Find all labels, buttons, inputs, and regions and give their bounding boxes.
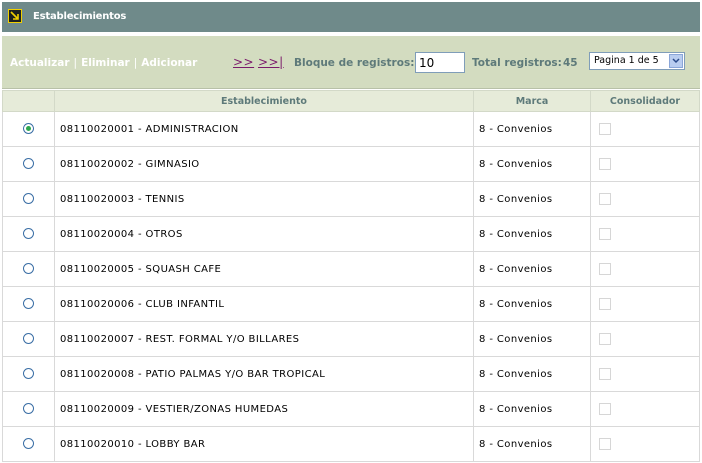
header-row: Establecimiento Marca Consolidador	[2, 90, 700, 112]
total-label: Total registros:	[472, 57, 562, 69]
row-radio[interactable]	[23, 333, 34, 345]
consolidador-cell	[590, 146, 700, 182]
marca-cell: 8 - Convenios	[473, 426, 591, 462]
table-row[interactable]: 08110020008 - PATIO PALMAS Y/O BAR TROPI…	[2, 356, 700, 392]
page-select-value: Pagina 1 de 5	[594, 55, 659, 66]
header-establecimiento[interactable]: Establecimiento	[54, 90, 474, 112]
next-page-link[interactable]: >>	[233, 55, 254, 69]
header-consolidador[interactable]: Consolidador	[590, 90, 700, 112]
consolidador-cell	[590, 356, 700, 392]
establecimiento-cell: 08110020001 - ADMINISTRACION	[54, 111, 474, 147]
table-row[interactable]: 08110020002 - GIMNASIO 8 - Convenios	[2, 146, 700, 182]
establecimiento-cell: 08110020003 - TENNIS	[54, 181, 474, 217]
consolidador-cell	[590, 391, 700, 427]
consolidador-checkbox[interactable]	[599, 438, 611, 450]
establecimiento-cell: 08110020002 - GIMNASIO	[54, 146, 474, 182]
chevron-down-icon[interactable]	[669, 54, 683, 68]
marca-cell: 8 - Convenios	[473, 216, 591, 252]
marca-cell: 8 - Convenios	[473, 146, 591, 182]
establecimiento-cell: 08110020007 - REST. FORMAL Y/O BILLARES	[54, 321, 474, 357]
total-value: 45	[563, 57, 578, 69]
eliminar-link[interactable]: Eliminar	[81, 57, 130, 69]
select-cell	[2, 426, 55, 462]
row-radio[interactable]	[23, 228, 34, 240]
establecimiento-cell: 08110020009 - VESTIER/ZONAS HUMEDAS	[54, 391, 474, 427]
marca-cell: 8 - Convenios	[473, 391, 591, 427]
consolidador-cell	[590, 426, 700, 462]
consolidador-cell	[590, 111, 700, 147]
select-cell	[2, 356, 55, 392]
row-radio[interactable]	[23, 193, 34, 205]
select-cell	[2, 111, 55, 147]
table-row[interactable]: 08110020004 - OTROS 8 - Convenios	[2, 216, 700, 252]
consolidador-checkbox[interactable]	[599, 298, 611, 310]
table-row[interactable]: 08110020003 - TENNIS 8 - Convenios	[2, 181, 700, 217]
establecimiento-cell: 08110020010 - LOBBY BAR	[54, 426, 474, 462]
select-cell	[2, 181, 55, 217]
marca-cell: 8 - Convenios	[473, 251, 591, 287]
marca-cell: 8 - Convenios	[473, 181, 591, 217]
consolidador-cell	[590, 286, 700, 322]
arrow-down-right-icon	[8, 9, 22, 23]
last-page-link[interactable]: >>|	[258, 55, 284, 69]
consolidador-checkbox[interactable]	[599, 228, 611, 240]
establecimiento-cell: 08110020008 - PATIO PALMAS Y/O BAR TROPI…	[54, 356, 474, 392]
establecimiento-cell: 08110020004 - OTROS	[54, 216, 474, 252]
establecimiento-cell: 08110020006 - CLUB INFANTIL	[54, 286, 474, 322]
row-radio[interactable]	[23, 263, 34, 275]
table-row[interactable]: 08110020001 - ADMINISTRACION 8 - Convenio…	[2, 111, 700, 147]
row-radio[interactable]	[23, 438, 34, 450]
select-cell	[2, 321, 55, 357]
consolidador-checkbox[interactable]	[599, 193, 611, 205]
select-cell	[2, 216, 55, 252]
bloque-label: Bloque de registros:	[294, 57, 415, 69]
row-radio[interactable]	[23, 368, 34, 380]
consolidador-cell	[590, 181, 700, 217]
window-title: Establecimientos	[33, 11, 127, 22]
select-cell	[2, 146, 55, 182]
actualizar-link[interactable]: Actualizar	[10, 57, 70, 69]
consolidador-cell	[590, 251, 700, 287]
marca-cell: 8 - Convenios	[473, 356, 591, 392]
consolidador-checkbox[interactable]	[599, 403, 611, 415]
bloque-input[interactable]	[415, 52, 465, 73]
select-cell	[2, 391, 55, 427]
separator: |	[133, 57, 138, 69]
consolidador-cell	[590, 321, 700, 357]
row-radio[interactable]	[23, 403, 34, 415]
header-select	[2, 90, 55, 112]
action-links: Actualizar | Eliminar | Adicionar	[10, 57, 197, 69]
consolidador-checkbox[interactable]	[599, 158, 611, 170]
row-radio[interactable]	[23, 123, 34, 135]
table-row[interactable]: 08110020010 - LOBBY BAR 8 - Convenios	[2, 426, 700, 462]
consolidador-checkbox[interactable]	[599, 368, 611, 380]
establecimiento-cell: 08110020005 - SQUASH CAFE	[54, 251, 474, 287]
marca-cell: 8 - Convenios	[473, 321, 591, 357]
adicionar-link[interactable]: Adicionar	[141, 57, 197, 69]
consolidador-checkbox[interactable]	[599, 263, 611, 275]
marca-cell: 8 - Convenios	[473, 111, 591, 147]
consolidador-checkbox[interactable]	[599, 123, 611, 135]
row-radio[interactable]	[23, 298, 34, 310]
table-row[interactable]: 08110020006 - CLUB INFANTIL 8 - Convenios	[2, 286, 700, 322]
row-radio[interactable]	[23, 158, 34, 170]
header-marca[interactable]: Marca	[473, 90, 591, 112]
marca-cell: 8 - Convenios	[473, 286, 591, 322]
table-row[interactable]: 08110020007 - REST. FORMAL Y/O BILLARES 8…	[2, 321, 700, 357]
establecimientos-table: Establecimiento Marca Consolidador 08110…	[2, 90, 700, 462]
consolidador-cell	[590, 216, 700, 252]
table-row[interactable]: 08110020009 - VESTIER/ZONAS HUMEDAS 8 - C…	[2, 391, 700, 427]
page-select[interactable]: Pagina 1 de 5	[589, 52, 685, 70]
consolidador-checkbox[interactable]	[599, 333, 611, 345]
select-cell	[2, 286, 55, 322]
table-row[interactable]: 08110020005 - SQUASH CAFE 8 - Convenios	[2, 251, 700, 287]
toolbar: Actualizar | Eliminar | Adicionar >> >>| Blo…	[2, 36, 700, 89]
select-cell	[2, 251, 55, 287]
title-bar: Establecimientos	[2, 2, 700, 32]
separator: |	[73, 57, 78, 69]
